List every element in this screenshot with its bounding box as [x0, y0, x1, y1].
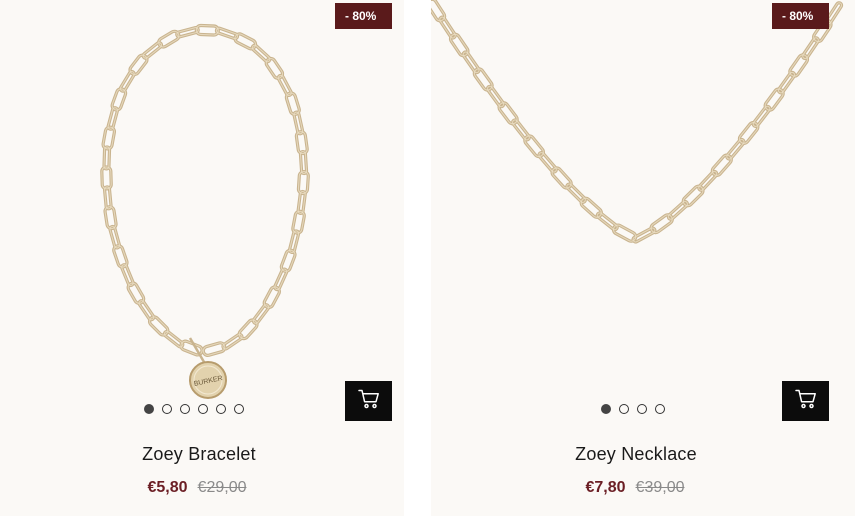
cart-icon: [794, 389, 817, 414]
image-dot[interactable]: [144, 404, 154, 414]
image-pagination: [144, 404, 244, 414]
product-price: €7,80 €39,00: [431, 479, 839, 497]
add-to-cart-button[interactable]: [782, 381, 829, 421]
image-pagination: [601, 404, 665, 414]
add-to-cart-button[interactable]: [345, 381, 392, 421]
discount-badge: - 80%: [335, 3, 392, 29]
image-dot[interactable]: [180, 404, 190, 414]
image-dot[interactable]: [234, 404, 244, 414]
product-card[interactable]: BURKER - 80% Zoey Bracelet €5,80 €29,00: [0, 0, 404, 516]
necklace-image: [431, 0, 844, 244]
original-price: €29,00: [197, 479, 247, 496]
sale-price: €7,80: [585, 479, 626, 496]
product-card[interactable]: - 80% Zoey Necklace €7,80 €39,00: [431, 0, 855, 516]
image-dot[interactable]: [655, 404, 665, 414]
product-title[interactable]: Zoey Bracelet: [0, 444, 398, 465]
sale-price: €5,80: [147, 479, 188, 496]
product-image[interactable]: [431, 0, 855, 430]
image-dot[interactable]: [216, 404, 226, 414]
image-dot[interactable]: [162, 404, 172, 414]
image-dot[interactable]: [601, 404, 611, 414]
image-dot[interactable]: [619, 404, 629, 414]
cart-icon: [357, 389, 380, 414]
bracelet-image: BURKER: [100, 23, 310, 399]
discount-badge: - 80%: [772, 3, 829, 29]
image-dot[interactable]: [637, 404, 647, 414]
image-dot[interactable]: [198, 404, 208, 414]
product-title[interactable]: Zoey Necklace: [431, 444, 841, 465]
product-price: €5,80 €29,00: [0, 479, 394, 497]
product-image[interactable]: BURKER: [0, 0, 404, 430]
original-price: €39,00: [635, 479, 685, 496]
